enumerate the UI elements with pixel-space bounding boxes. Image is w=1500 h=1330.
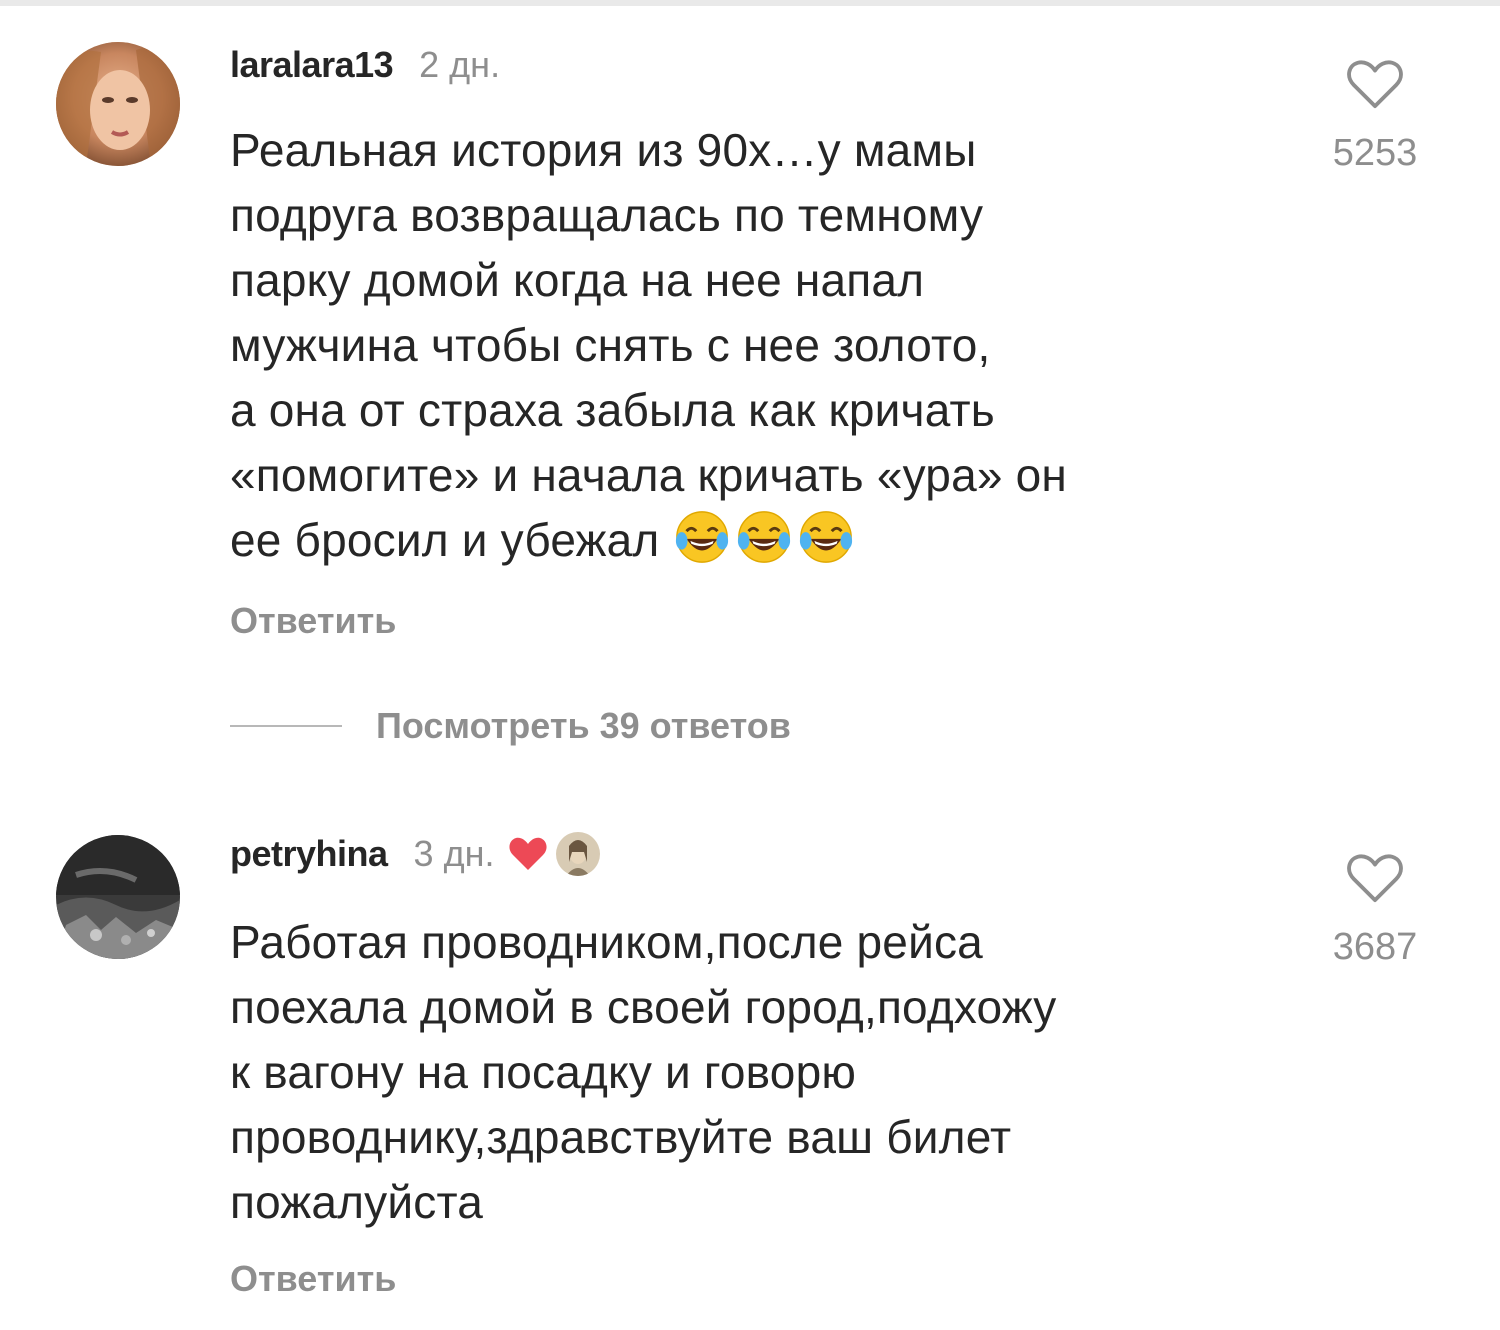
like-count: 5253 [1332,132,1418,174]
comment-time: 3 дн. [413,833,495,874]
author-avatar [556,832,601,876]
view-replies-label: Посмотреть 39 ответов [376,705,791,746]
comment-time: 2 дн. [419,44,501,85]
avatar[interactable] [56,835,180,959]
view-replies-button[interactable]: Посмотреть 39 ответов [230,705,791,747]
face-with-tears-of-joy-icon [800,511,853,563]
replies-divider [230,725,342,727]
reply-button[interactable]: Ответить [230,600,396,642]
like-control: 3687 [1310,852,1440,969]
username[interactable]: petryhina [230,833,388,875]
face-with-tears-of-joy-icon [676,511,729,563]
heart-outline-icon[interactable] [1346,852,1404,904]
comment-header: petryhina 3 дн. [230,832,601,876]
comment-text: Работая проводником,после рейса поехала … [230,916,1057,1228]
top-divider [0,0,1500,6]
username[interactable]: laralara13 [230,44,394,86]
emoji-group [673,508,855,566]
face-with-tears-of-joy-icon [738,511,791,563]
heart-outline-icon[interactable] [1346,58,1404,110]
like-control: 5253 [1310,58,1440,175]
comment-header: laralara13 2 дн. [230,44,500,86]
like-count: 3687 [1332,926,1418,968]
comment-body: Реальная история из 90х…у мамы подруга в… [230,124,1067,566]
heart-filled-icon [509,837,548,870]
comment-text: Реальная история из 90х…у мамы подруга в… [230,118,1260,573]
avatar[interactable] [56,42,180,166]
reply-button[interactable]: Ответить [230,1258,396,1300]
